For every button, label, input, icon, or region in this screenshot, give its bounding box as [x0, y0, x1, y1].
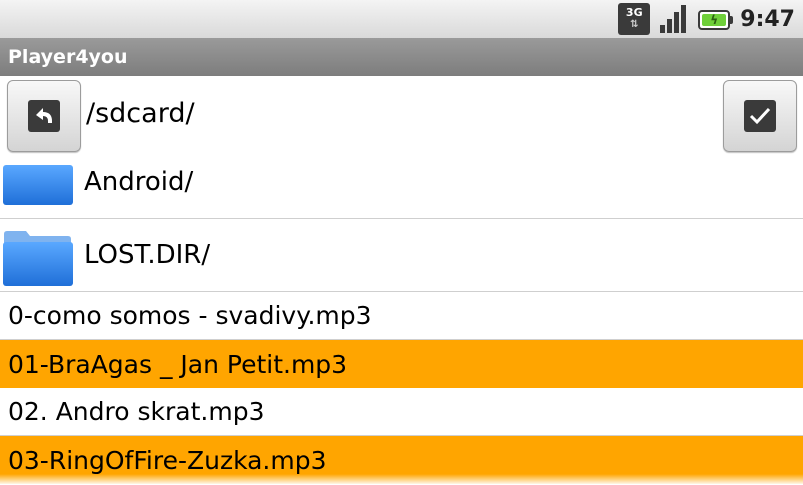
- file-name: 03-RingOfFire-Zuzka.mp3: [8, 445, 327, 475]
- path-row: /sdcard/: [0, 76, 803, 154]
- checkmark-icon: [744, 100, 776, 132]
- signal-strength-icon: [658, 3, 690, 35]
- back-button[interactable]: [7, 80, 81, 152]
- file-item[interactable]: 01-BraAgas _ Jan Petit.mp3: [0, 340, 803, 388]
- network-label: 3G: [625, 6, 643, 19]
- back-arrow-icon: [28, 100, 60, 132]
- file-name: 02. Andro skrat.mp3: [8, 397, 265, 426]
- confirm-button[interactable]: [723, 80, 797, 152]
- app-title-bar: Player4you: [0, 38, 803, 76]
- file-name: 0-como somos - svadivy.mp3: [8, 301, 372, 330]
- battery-charging-icon: ϟ: [698, 10, 734, 30]
- file-item[interactable]: 02. Andro skrat.mp3: [0, 388, 803, 436]
- folder-icon: [2, 155, 74, 209]
- folder-item-android[interactable]: Android/: [0, 146, 803, 219]
- folder-name: LOST.DIR/: [84, 240, 211, 270]
- file-name: 01-BraAgas _ Jan Petit.mp3: [8, 349, 348, 379]
- status-bar: 3G ⇅ ϟ 9:47: [0, 0, 803, 38]
- current-path: /sdcard/: [86, 98, 195, 129]
- folder-item-lost-dir[interactable]: LOST.DIR/: [0, 219, 803, 292]
- clock: 9:47: [740, 6, 795, 32]
- folder-name: Android/: [84, 167, 194, 197]
- network-3g-icon: 3G ⇅: [618, 3, 651, 35]
- scroll-fade: [0, 474, 803, 485]
- file-item[interactable]: 0-como somos - svadivy.mp3: [0, 292, 803, 340]
- folder-icon: [2, 228, 74, 286]
- app-title: Player4you: [8, 46, 128, 68]
- file-list: Android/ LOST.DIR/ 0-como somos - svadiv…: [0, 146, 803, 484]
